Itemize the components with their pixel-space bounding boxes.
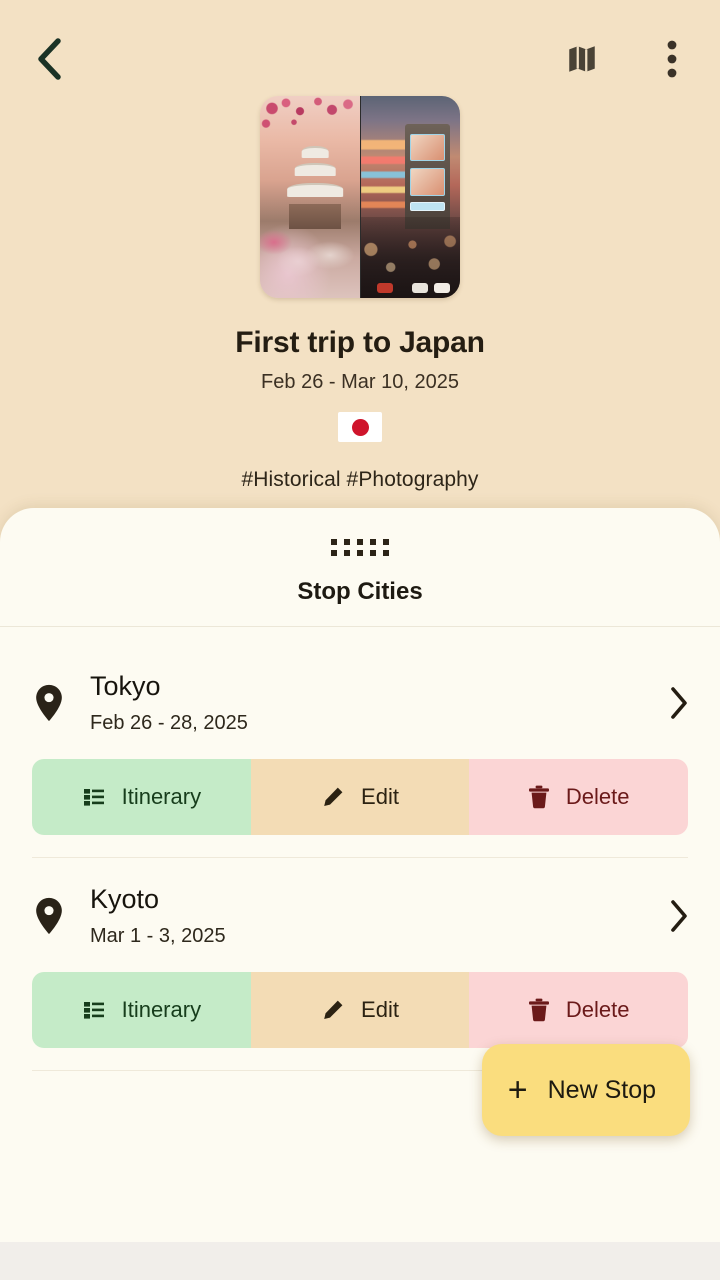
cover-half-city [360,96,460,298]
list-icon [83,789,104,806]
sheet-header: Stop Cities [0,508,720,627]
trash-icon [528,998,549,1022]
trip-detail-screen: First trip to Japan Feb 26 - Mar 10, 202… [0,0,720,1280]
trip-tags: #Historical #Photography [241,468,479,491]
itinerary-button[interactable]: Itinerary [32,972,251,1049]
system-navigation-bar [0,1242,720,1280]
edit-button[interactable]: Edit [250,972,470,1049]
stop-dates: Mar 1 - 3, 2025 [90,925,226,948]
japan-flag-icon [338,412,382,442]
list-item: Kyoto Mar 1 - 3, 2025 Itinerary Edit Del… [0,858,720,1072]
trip-title: First trip to Japan [235,326,485,359]
sakura-foreground [260,205,360,286]
list-item: Tokyo Feb 26 - 28, 2025 Itinerary Edit D… [0,645,720,859]
trash-icon [528,785,549,809]
cover-half-castle [260,96,360,298]
crowd-and-street [361,217,460,298]
stop-row-tokyo[interactable]: Tokyo Feb 26 - 28, 2025 [0,645,720,753]
delete-button[interactable]: Delete [469,972,688,1049]
stop-cities-sheet: Stop Cities Tokyo Feb 26 - 28, 2025 Itin… [0,508,720,1268]
chevron-right-icon[interactable] [668,899,690,933]
chevron-right-icon[interactable] [668,686,690,720]
delete-button[interactable]: Delete [469,759,688,836]
delete-label: Delete [565,784,630,810]
stop-list: Tokyo Feb 26 - 28, 2025 Itinerary Edit D… [0,627,720,1072]
trip-dates: Feb 26 - Mar 10, 2025 [261,371,459,393]
plus-icon: + [507,1071,528,1109]
itinerary-label: Itinerary [121,997,202,1023]
stop-dates: Feb 26 - 28, 2025 [90,712,248,735]
stop-name: Kyoto [90,884,160,915]
itinerary-button[interactable]: Itinerary [32,759,251,836]
more-vertical-icon [667,40,677,78]
flag-circle [351,418,369,436]
map-pin-icon [32,897,66,935]
chevron-left-icon [38,38,61,80]
stop-row-kyoto[interactable]: Kyoto Mar 1 - 3, 2025 [0,858,720,966]
edit-label: Edit [361,997,399,1023]
map-pin-icon [32,684,66,722]
stop-text-block: Tokyo Feb 26 - 28, 2025 [66,671,668,735]
billboard-tower [404,124,451,230]
drag-handle[interactable] [331,539,389,556]
map-button[interactable] [554,31,610,87]
new-stop-label: New Stop [547,1075,656,1104]
pencil-icon [324,1000,343,1020]
stop-name: Tokyo [90,671,161,701]
trip-hero: First trip to Japan Feb 26 - Mar 10, 202… [0,96,720,492]
edit-label: Edit [361,784,399,810]
trip-cover-image[interactable] [260,96,460,298]
new-stop-button[interactable]: + New Stop [481,1044,690,1136]
map-icon [569,46,595,72]
list-icon [83,1002,104,1019]
pencil-icon [324,787,343,807]
stop-actions-tokyo: Itinerary Edit Delete [32,759,688,836]
itinerary-label: Itinerary [121,784,202,810]
back-button[interactable] [22,32,76,86]
edit-button[interactable]: Edit [250,759,470,836]
sheet-title: Stop Cities [297,578,423,605]
stop-actions-kyoto: Itinerary Edit Delete [32,972,688,1049]
country-flag-wrap [0,412,720,442]
overflow-menu-button[interactable] [652,31,692,87]
delete-label: Delete [565,997,630,1023]
stop-text-block: Kyoto Mar 1 - 3, 2025 [66,884,668,948]
